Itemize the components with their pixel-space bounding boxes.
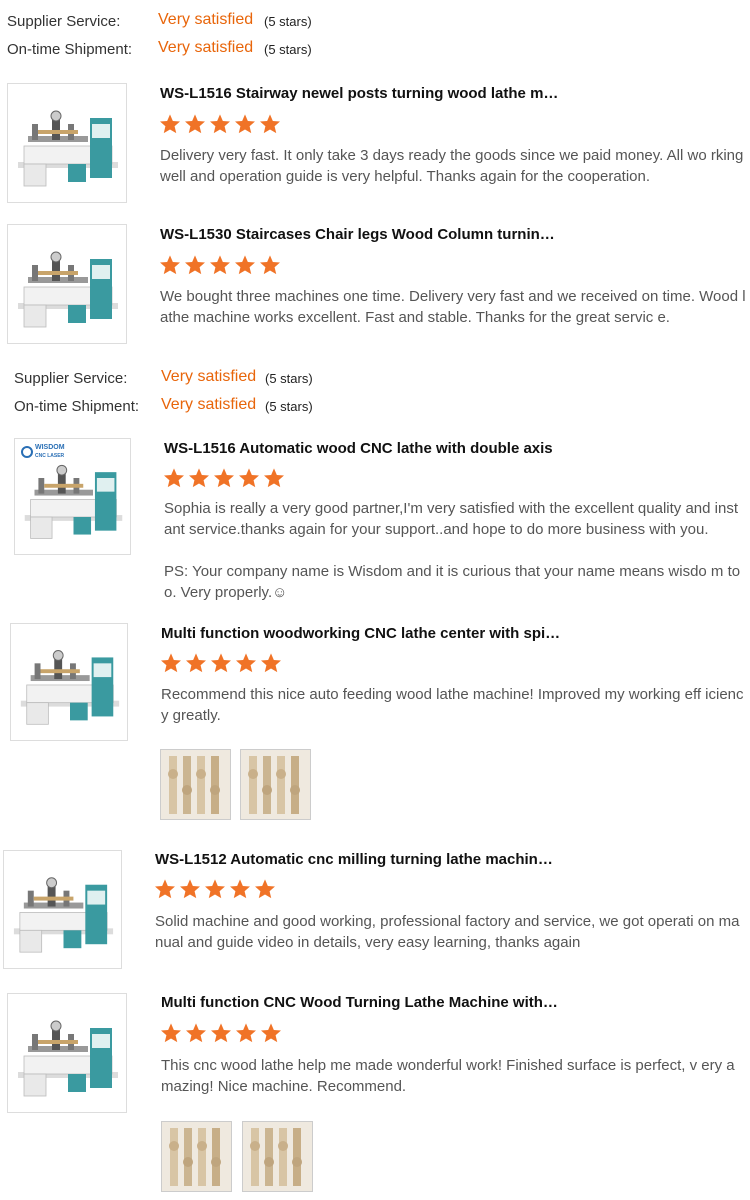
star-icon [210, 652, 232, 674]
star-rating [154, 878, 276, 900]
star-icon [229, 878, 251, 900]
review-text: Delivery very fast. It only take 3 days … [160, 147, 744, 185]
star-rating [163, 467, 285, 489]
supplier-service-label: Supplier Service: [14, 370, 128, 387]
star-icon [234, 113, 256, 135]
star-rating [159, 113, 281, 135]
review-photo[interactable] [242, 1121, 313, 1192]
review-text: Solid machine and good working, professi… [155, 913, 740, 951]
supplier-service-value: Very satisfied [161, 368, 257, 385]
product-thumbnail[interactable] [7, 993, 127, 1113]
shipment-label: On-time Shipment: [14, 398, 140, 415]
shipment-stars: (5 stars) [265, 399, 313, 414]
star-icon [235, 1022, 257, 1044]
star-icon [213, 467, 235, 489]
supplier-service-stars: (5 stars) [265, 371, 313, 386]
star-icon [154, 878, 176, 900]
product-thumbnail[interactable] [3, 850, 122, 969]
logo-text: WISDOM [35, 444, 65, 451]
logo-mark-icon [21, 446, 33, 458]
star-icon [185, 1022, 207, 1044]
product-thumbnail[interactable]: WISDOM CNC LASER [14, 438, 131, 555]
star-icon [235, 652, 257, 674]
star-icon [184, 113, 206, 135]
star-icon [238, 467, 260, 489]
star-icon [263, 467, 285, 489]
review-text: Sophia is really a very good partner,I'm… [164, 500, 738, 538]
supplier-service-value: Very satisfied [158, 11, 254, 28]
product-title[interactable]: Multi function CNC Wood Turning Lathe Ma… [161, 994, 558, 1011]
star-icon [259, 254, 281, 276]
star-icon [160, 652, 182, 674]
star-icon [204, 878, 226, 900]
logo-subtext: CNC LASER [35, 453, 65, 459]
product-title[interactable]: WS-L1512 Automatic cnc milling turning l… [155, 851, 553, 868]
star-rating [160, 1022, 282, 1044]
star-icon [184, 254, 206, 276]
star-icon [234, 254, 256, 276]
star-icon [159, 254, 181, 276]
star-icon [185, 652, 207, 674]
wisdom-logo: WISDOM CNC LASER [21, 444, 65, 460]
shipment-value: Very satisfied [161, 396, 257, 413]
star-icon [210, 1022, 232, 1044]
review-photo[interactable] [240, 749, 311, 820]
shipment-stars: (5 stars) [264, 42, 312, 57]
supplier-service-stars: (5 stars) [264, 14, 312, 29]
star-icon [260, 652, 282, 674]
review-photo[interactable] [160, 749, 231, 820]
star-icon [209, 254, 231, 276]
supplier-service-rating: Supplier Service: Very satisfied (5 star… [14, 368, 744, 390]
star-icon [179, 878, 201, 900]
product-title[interactable]: WS-L1530 Staircases Chair legs Wood Colu… [160, 226, 555, 243]
product-thumbnail[interactable] [7, 224, 127, 344]
supplier-service-label: Supplier Service: [7, 13, 121, 30]
star-rating [160, 652, 282, 674]
star-icon [254, 878, 276, 900]
product-thumbnail[interactable] [7, 83, 127, 203]
product-title[interactable]: WS-L1516 Automatic wood CNC lathe with d… [164, 440, 553, 457]
shipment-rating: On-time Shipment: Very satisfied (5 star… [7, 39, 747, 61]
review-text: We bought three machines one time. Deliv… [160, 288, 746, 326]
star-icon [259, 113, 281, 135]
star-rating [159, 254, 281, 276]
shipment-label: On-time Shipment: [7, 41, 133, 58]
star-icon [209, 113, 231, 135]
star-icon [163, 467, 185, 489]
star-icon [260, 1022, 282, 1044]
product-title[interactable]: WS-L1516 Stairway newel posts turning wo… [160, 85, 558, 102]
product-thumbnail[interactable] [10, 623, 128, 741]
star-icon [160, 1022, 182, 1044]
review-photo[interactable] [161, 1121, 232, 1192]
review-text: This cnc wood lathe help me made wonderf… [161, 1057, 735, 1095]
shipment-rating: On-time Shipment: Very satisfied (5 star… [14, 396, 744, 418]
shipment-value: Very satisfied [158, 39, 254, 56]
star-icon [159, 113, 181, 135]
product-title[interactable]: Multi function woodworking CNC lathe cen… [161, 625, 560, 642]
review-text: Recommend this nice auto feeding wood la… [161, 686, 744, 724]
supplier-service-rating: Supplier Service: Very satisfied (5 star… [7, 11, 747, 33]
star-icon [188, 467, 210, 489]
review-text-ps: PS: Your company name is Wisdom and it i… [164, 563, 741, 601]
